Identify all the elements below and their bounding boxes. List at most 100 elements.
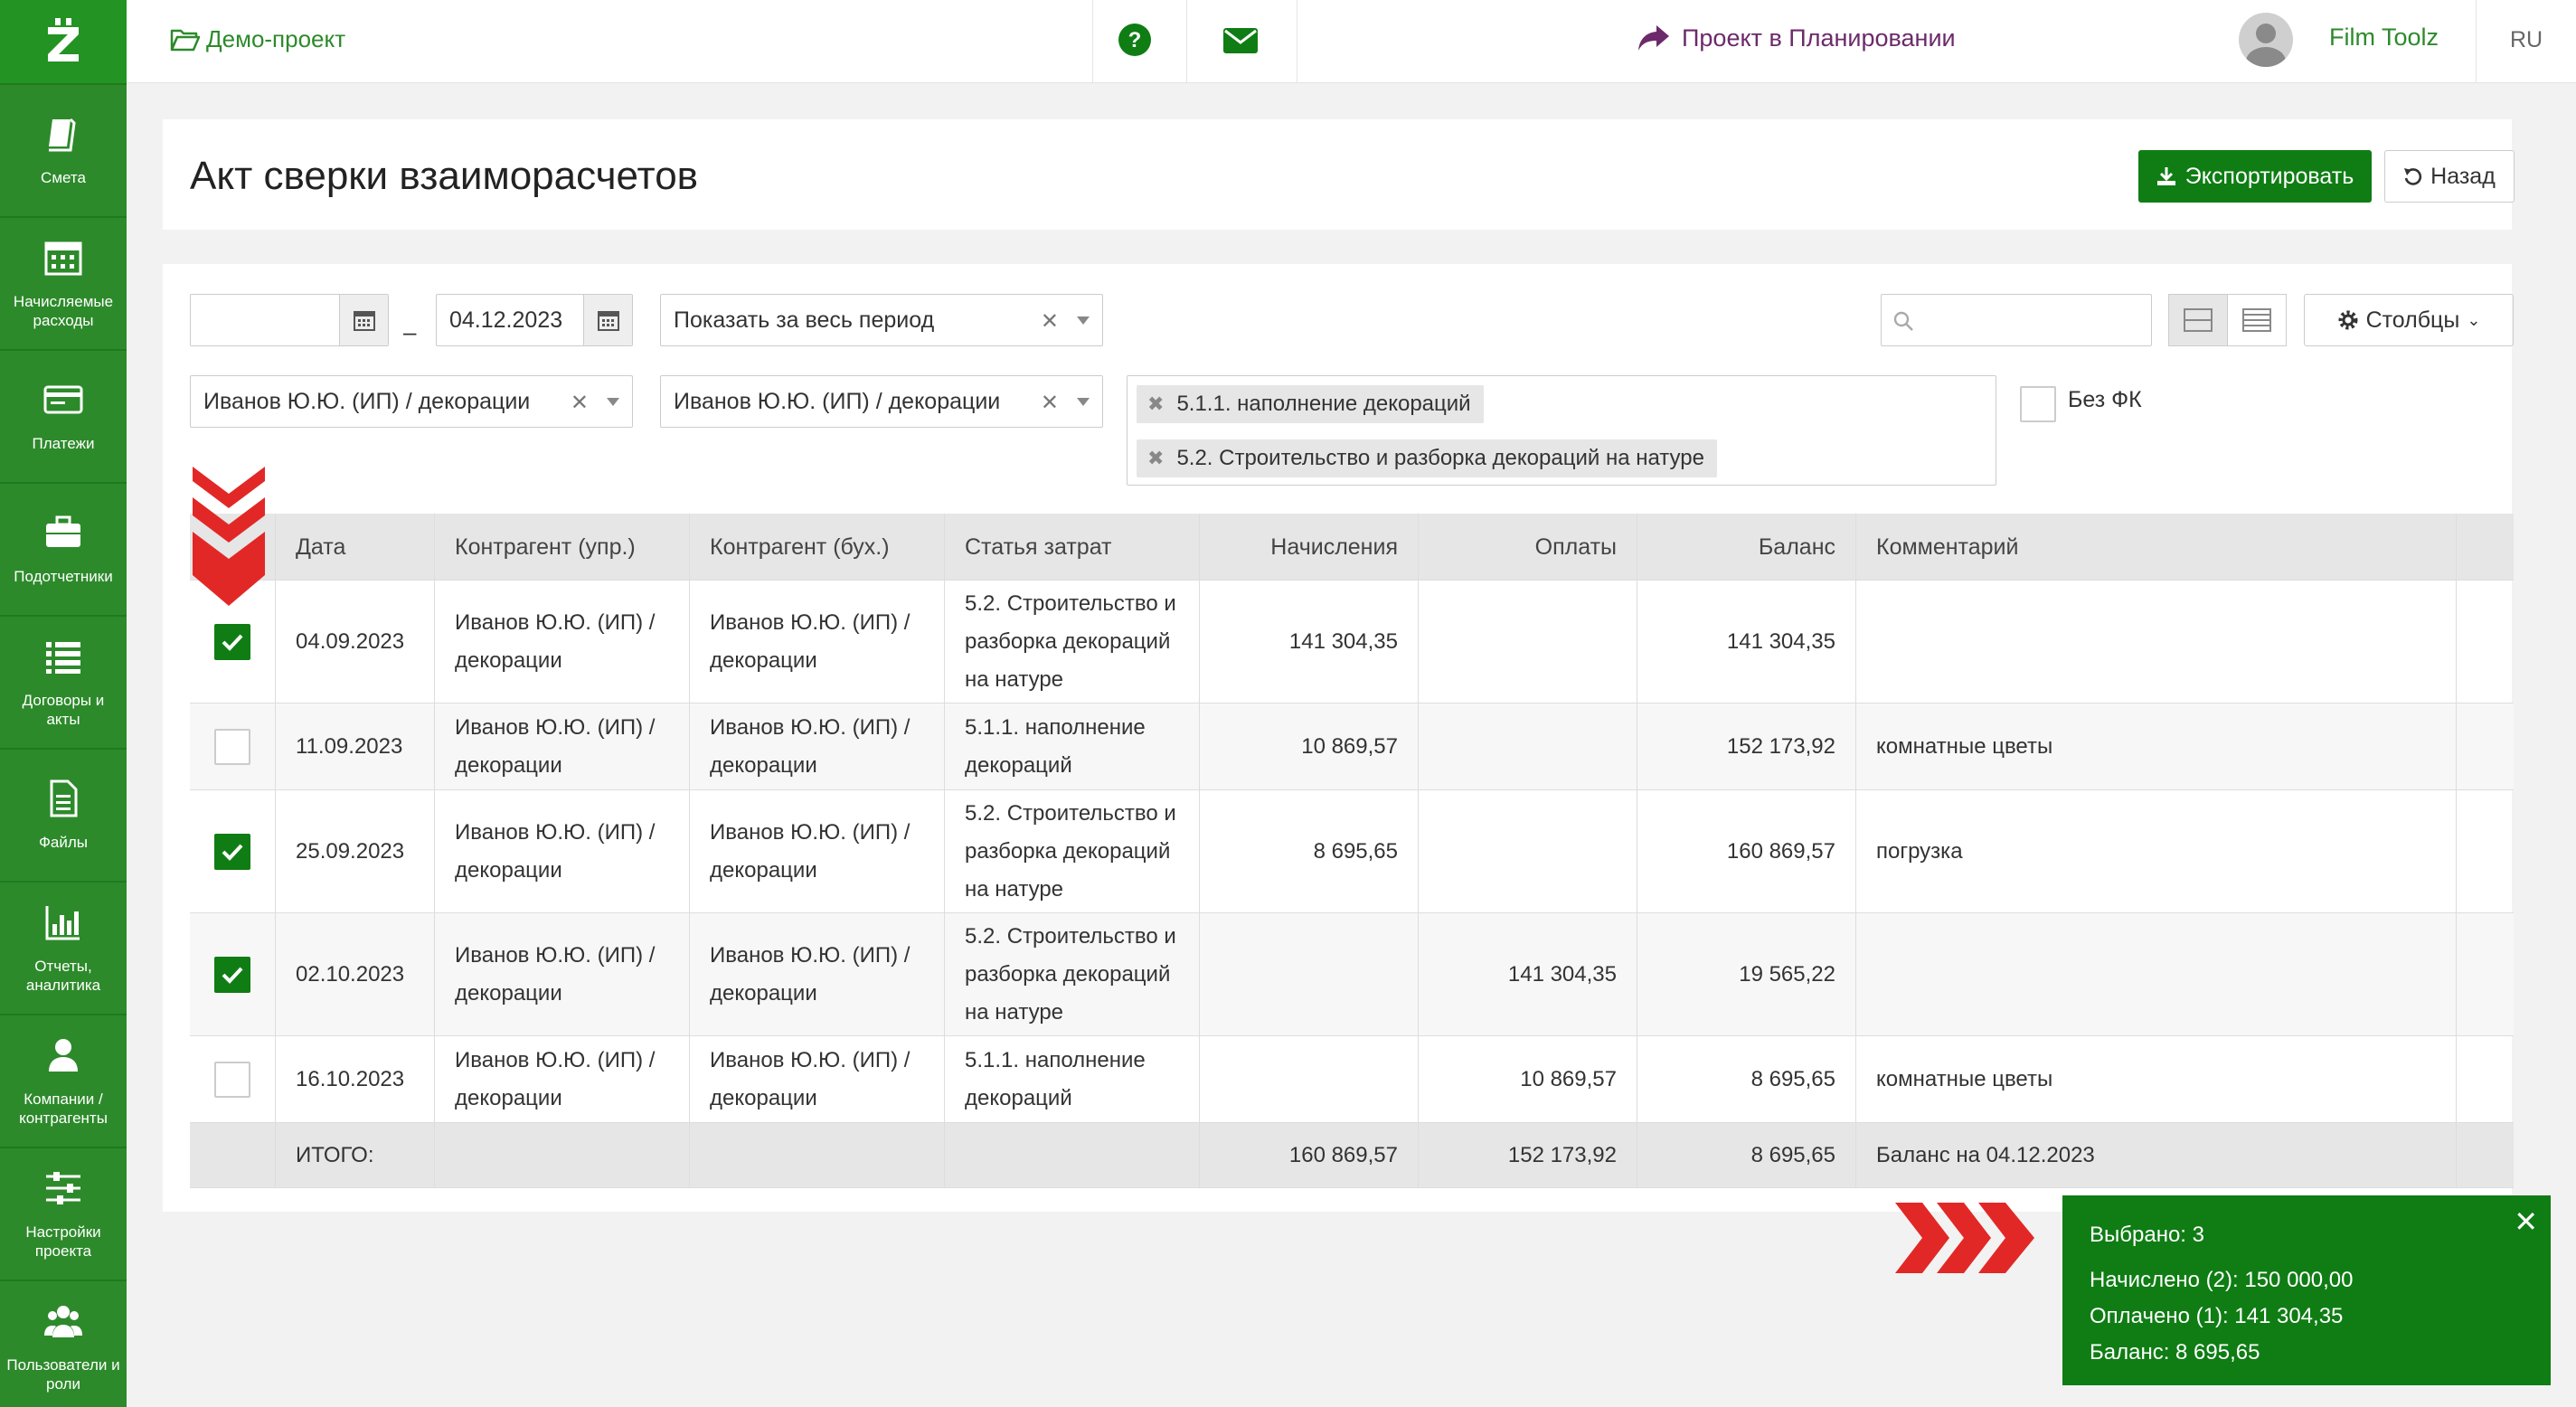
date-from-field[interactable] — [190, 294, 389, 346]
cell-balance: 152 173,92 — [1637, 704, 1855, 789]
cost-item-tag[interactable]: ✖ 5.1.1. наполнение декораций — [1137, 385, 1484, 423]
no-fk-checkbox[interactable] — [2020, 386, 2056, 422]
sidebar-item-2[interactable]: Платежи — [0, 351, 127, 484]
sidebar-item-0[interactable]: Смета — [0, 85, 127, 218]
close-icon[interactable]: ✕ — [2514, 1204, 2538, 1239]
clear-icon[interactable]: ✕ — [1041, 308, 1059, 335]
header-3: Статья затрат — [944, 514, 1199, 580]
cell-contractor-acc: Иванов Ю.Ю. (ИП) / декорации — [689, 1036, 944, 1122]
cell-accrued: 10 869,57 — [1199, 704, 1418, 789]
user-avatar-icon — [2246, 24, 2286, 67]
table-row[interactable]: 11.09.2023 Иванов Ю.Ю. (ИП) / декорации Ива… — [190, 704, 2514, 790]
cell-text: 16.10.2023 — [296, 1066, 405, 1091]
book-icon — [49, 118, 76, 152]
search-input[interactable] — [1881, 294, 2152, 346]
total-comment: Баланс на 04.12.2023 — [1855, 1123, 2456, 1187]
sidebar-item-1[interactable]: Начисляемые расходы — [0, 218, 127, 351]
calendar-button[interactable] — [339, 295, 388, 345]
sidebar-item-4[interactable]: Договоры и акты — [0, 617, 127, 750]
cost-items-multiselect[interactable]: ✖ 5.1.1. наполнение декораций ✖ 5.2. Стр… — [1127, 375, 1996, 486]
gear-icon — [2338, 310, 2358, 330]
clear-icon[interactable]: ✕ — [1041, 390, 1059, 416]
avatar[interactable] — [2239, 13, 2293, 67]
selection-summary: ✕ Выбрано: 3 Начислено (2): 150 000,00 О… — [2062, 1195, 2551, 1385]
total-accrued: 160 869,57 — [1199, 1123, 1418, 1187]
clear-icon[interactable]: ✕ — [571, 390, 589, 416]
user-name[interactable]: Film Toolz — [2329, 24, 2439, 52]
cell-contractor-mgmt: Иванов Ю.Ю. (ИП) / декорации — [434, 1036, 689, 1122]
table-row[interactable]: 25.09.2023 Иванов Ю.Ю. (ИП) / декорации Ива… — [190, 790, 2514, 913]
chevron-right-icon — [1895, 1203, 2034, 1273]
cell-line: разборка декораций — [965, 961, 1171, 987]
cost-item-tag[interactable]: ✖ 5.2. Строительство и разборка декораци… — [1137, 439, 1717, 477]
remove-tag-icon[interactable]: ✖ — [1147, 392, 1164, 416]
share-arrow-icon — [1638, 25, 1669, 51]
summary-accrued: Начислено (2): 150 000,00 — [2090, 1268, 2354, 1292]
rows-wide-icon — [2184, 308, 2213, 332]
cell-line: декорации — [455, 980, 562, 1006]
cell-text: 160 869,57 — [1288, 1142, 1398, 1167]
header-5: Оплаты — [1418, 514, 1637, 580]
table-total-row: ИТОГО: 160 869,57 152 173,92 8 695,65 Баланс… — [190, 1123, 2514, 1188]
sidebar-item-8[interactable]: Настройки проекта — [0, 1148, 127, 1281]
contractor-mgmt-select[interactable]: Иванов Ю.Ю. (ИП) / декорации ✕ — [190, 375, 633, 428]
help-icon[interactable]: ? — [1117, 22, 1153, 58]
download-icon — [2156, 167, 2175, 185]
row-checkbox[interactable] — [214, 728, 250, 765]
cell-cost-item: 5.2. Строительство и разборка декораций на… — [944, 790, 1199, 912]
folder-open-icon — [170, 29, 201, 51]
cell-text: Контрагент (упр.) — [455, 534, 636, 560]
calendar-button[interactable] — [583, 295, 632, 345]
table-row[interactable]: 16.10.2023 Иванов Ю.Ю. (ИП) / декорации Ива… — [190, 1036, 2514, 1123]
sidebar-item-label: Смета — [41, 169, 86, 186]
cell-comment — [1855, 913, 2456, 1035]
cell-paid: 141 304,35 — [1418, 913, 1637, 1035]
cell-accrued: 8 695,65 — [1199, 790, 1418, 912]
svg-text:?: ? — [1128, 28, 1142, 52]
cell-text: Контрагент (бух.) — [710, 534, 890, 560]
briefcase-icon — [46, 515, 80, 547]
row-select — [190, 913, 275, 1035]
cell-contractor-acc: Иванов Ю.Ю. (ИП) / декорации — [689, 913, 944, 1035]
cell-accrued — [1199, 1036, 1418, 1122]
table-row[interactable]: 04.09.2023 Иванов Ю.Ю. (ИП) / декорации Ива… — [190, 581, 2514, 704]
header-divider — [1186, 0, 1187, 83]
row-checkbox[interactable] — [214, 956, 250, 993]
contractor-mgmt-value: Иванов Ю.Ю. (ИП) / декорации — [203, 388, 531, 414]
row-checkbox[interactable] — [214, 1061, 250, 1098]
breadcrumb-project[interactable]: Демо-проект — [170, 25, 345, 53]
table-row[interactable]: 02.10.2023 Иванов Ю.Ю. (ИП) / декорации Ива… — [190, 913, 2514, 1036]
row-checkbox[interactable] — [214, 833, 250, 870]
contractor-acc-select[interactable]: Иванов Ю.Ю. (ИП) / декорации ✕ — [660, 375, 1103, 428]
cell-contractor-acc: Иванов Ю.Ю. (ИП) / декорации — [689, 704, 944, 789]
cell-text: 19 565,22 — [1739, 961, 1835, 987]
sidebar-item-6[interactable]: Отчеты, аналитика — [0, 883, 127, 1015]
view-compact-button[interactable] — [2168, 294, 2228, 346]
cell-text: 10 869,57 — [1301, 733, 1398, 759]
period-select[interactable]: Показать за весь период ✕ — [660, 294, 1103, 346]
sidebar-item-9[interactable]: Пользователи и роли — [0, 1281, 127, 1407]
sidebar-item-7[interactable]: Компании / контрагенты — [0, 1015, 127, 1148]
row-checkbox[interactable] — [214, 623, 250, 660]
view-dense-button[interactable] — [2227, 294, 2287, 346]
cell-date: 25.09.2023 — [275, 790, 434, 912]
columns-button[interactable]: Столбцы ⌄ — [2304, 294, 2514, 346]
cell-text: Баланс — [1758, 534, 1835, 560]
project-status[interactable]: Проект в Планировании — [1637, 24, 1956, 52]
cell-comment: комнатные цветы — [1855, 704, 2456, 789]
cell-text: погрузка — [1876, 838, 1963, 864]
back-button[interactable]: Назад — [2384, 150, 2515, 203]
list-icon — [46, 641, 80, 674]
sidebar-item-3[interactable]: Подотчетники — [0, 484, 127, 617]
cell-text: комнатные цветы — [1876, 1066, 2053, 1091]
mail-icon[interactable] — [1222, 25, 1259, 56]
sidebar-item-5[interactable]: Файлы — [0, 750, 127, 883]
date-to-field[interactable]: 04.12.2023 — [436, 294, 633, 346]
remove-tag-icon[interactable]: ✖ — [1147, 447, 1164, 470]
language-switch[interactable]: RU — [2510, 27, 2543, 53]
row-select — [190, 1036, 275, 1122]
app-logo[interactable] — [0, 0, 127, 85]
export-button[interactable]: Экспортировать — [2138, 150, 2372, 203]
cell-line: на натуре — [965, 999, 1064, 1025]
cell-line: декорации — [455, 647, 562, 673]
